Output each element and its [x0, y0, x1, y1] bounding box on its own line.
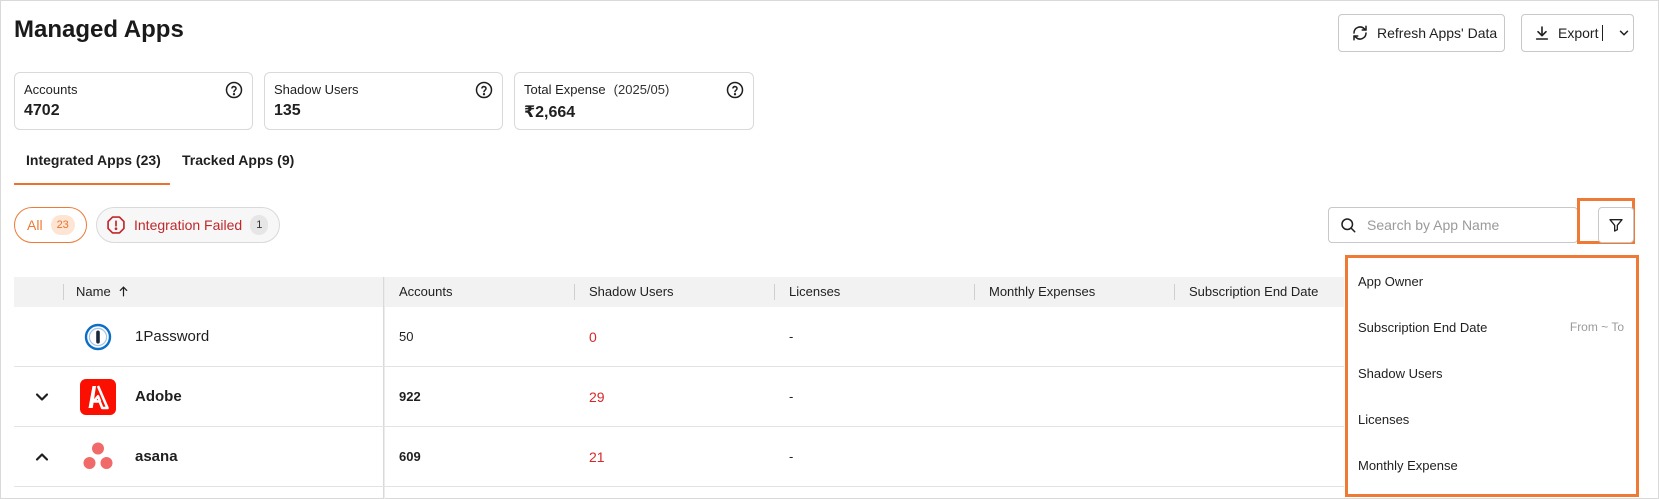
asana-logo-icon — [83, 442, 113, 469]
refresh-apps-button[interactable]: Refresh Apps' Data — [1338, 14, 1505, 52]
filter-option-app-owner[interactable]: App Owner — [1358, 274, 1423, 289]
column-header-licenses[interactable]: Licenses — [789, 284, 840, 299]
app-name[interactable]: 1Password — [135, 328, 209, 345]
help-icon[interactable] — [475, 81, 493, 99]
filter-chip-label: All — [27, 217, 43, 233]
table-row[interactable]: asana 609 21 - — [14, 427, 1344, 487]
count-badge: 1 — [250, 215, 269, 235]
filter-chip-all[interactable]: All 23 — [14, 207, 87, 243]
column-header-subscription-end-date[interactable]: Subscription End Date — [1189, 284, 1318, 299]
stat-value: ₹2,664 — [524, 104, 576, 121]
column-separator — [974, 284, 975, 300]
app-name[interactable]: Adobe — [135, 388, 182, 405]
filter-icon — [1609, 219, 1623, 232]
active-tab-indicator — [14, 183, 170, 185]
column-separator — [63, 284, 64, 300]
stat-value: 135 — [274, 102, 301, 119]
shadow-users-cell[interactable]: 0 — [589, 329, 597, 345]
stat-label: Total Expense (2025/05) — [524, 82, 670, 97]
filter-dropdown-menu: App Owner Subscription End Date From ~ T… — [1345, 255, 1639, 497]
search-input[interactable] — [1367, 217, 1567, 233]
column-header-name[interactable]: Name — [76, 284, 130, 299]
sort-ascending-icon[interactable] — [117, 285, 130, 298]
help-icon[interactable] — [225, 81, 243, 99]
column-separator — [574, 284, 575, 300]
chevron-down-icon[interactable] — [32, 387, 52, 407]
export-button[interactable]: Export — [1521, 14, 1634, 52]
app-name[interactable]: asana — [135, 448, 178, 465]
page-title: Managed Apps — [14, 16, 184, 43]
export-label: Export — [1558, 25, 1599, 41]
stat-period: (2025/05) — [613, 82, 670, 97]
filter-chip-label: Integration Failed — [134, 217, 243, 233]
text-cursor — [1602, 25, 1604, 41]
table-row[interactable]: Adobe 922 29 - — [14, 367, 1344, 427]
shadow-users-cell[interactable]: 21 — [589, 449, 605, 465]
licenses-cell: - — [789, 449, 794, 464]
1password-logo-icon — [84, 323, 112, 351]
stat-value: 4702 — [24, 102, 60, 119]
licenses-cell: - — [789, 329, 794, 344]
shadow-users-cell[interactable]: 29 — [589, 389, 605, 405]
help-icon[interactable] — [726, 81, 744, 99]
column-separator — [774, 284, 775, 300]
filter-button[interactable] — [1598, 207, 1634, 243]
filter-option-subscription-end-date[interactable]: Subscription End Date — [1358, 320, 1487, 335]
table-header: Name Accounts Shadow Users Licenses Mont… — [14, 277, 1344, 307]
refresh-apps-label: Refresh Apps' Data — [1377, 25, 1498, 41]
chevron-up-icon[interactable] — [32, 447, 52, 467]
chevron-down-icon[interactable] — [1617, 26, 1631, 40]
tab-tracked-apps[interactable]: Tracked Apps (9) — [182, 152, 294, 168]
filter-option-shadow-users[interactable]: Shadow Users — [1358, 366, 1443, 381]
tab-integrated-apps[interactable]: Integrated Apps (23) — [26, 152, 161, 168]
filter-option-monthly-expense[interactable]: Monthly Expense — [1358, 458, 1458, 473]
download-icon — [1535, 26, 1549, 40]
column-header-accounts[interactable]: Accounts — [399, 284, 452, 299]
app-tabs: Integrated Apps (23) Tracked Apps (9) — [14, 150, 414, 185]
adobe-logo-icon — [80, 379, 116, 415]
licenses-cell: - — [789, 389, 794, 404]
search-box — [1328, 207, 1578, 243]
accounts-cell: 50 — [399, 329, 414, 344]
table-row[interactable]: 1Password 50 0 - — [14, 307, 1344, 367]
column-header-monthly-expenses[interactable]: Monthly Expenses — [989, 284, 1095, 299]
table-row — [14, 487, 1344, 499]
accounts-cell: 609 — [399, 449, 421, 464]
alert-octagon-icon — [107, 216, 125, 234]
column-header-shadow-users[interactable]: Shadow Users — [589, 284, 674, 299]
accounts-cell: 922 — [399, 389, 421, 404]
column-separator — [1174, 284, 1175, 300]
stat-label: Shadow Users — [274, 82, 359, 97]
count-badge: 23 — [50, 215, 75, 235]
search-icon — [1341, 218, 1356, 233]
stat-card-accounts: Accounts 4702 — [14, 72, 253, 130]
stat-card-shadow-users: Shadow Users 135 — [264, 72, 503, 130]
date-range-picker[interactable]: From ~ To — [1570, 320, 1624, 334]
filter-option-licenses[interactable]: Licenses — [1358, 412, 1409, 427]
stat-card-total-expense: Total Expense (2025/05) ₹2,664 — [514, 72, 754, 130]
filter-chip-integration-failed[interactable]: Integration Failed 1 — [96, 207, 280, 243]
refresh-icon — [1353, 25, 1367, 41]
stat-label: Accounts — [24, 82, 78, 97]
